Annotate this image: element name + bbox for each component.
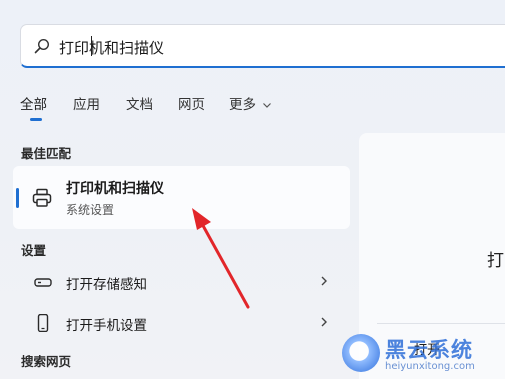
section-best-match: 最佳匹配 bbox=[21, 146, 72, 161]
text-cursor bbox=[91, 36, 92, 56]
best-match-subtitle: 系统设置 bbox=[66, 203, 115, 217]
chevron-right-icon bbox=[321, 317, 327, 327]
tab-web[interactable]: 网页 bbox=[178, 93, 205, 113]
section-settings: 设置 bbox=[21, 243, 47, 258]
best-match-title: 打印机和扫描仪 bbox=[66, 181, 164, 197]
settings-item-label: 打开手机设置 bbox=[66, 318, 147, 334]
watermark-title: 黑云系统 bbox=[385, 338, 473, 362]
watermark-logo-icon bbox=[342, 334, 380, 372]
search-box[interactable]: 打印机和扫描仪 bbox=[20, 24, 505, 68]
search-icon bbox=[34, 38, 50, 54]
watermark-url: heiyunxitong.com bbox=[385, 361, 475, 372]
tab-more-label: 更多 bbox=[229, 97, 256, 113]
tab-all[interactable]: 全部 bbox=[20, 93, 47, 113]
section-search-web: 搜索网页 bbox=[21, 354, 72, 369]
chevron-down-icon bbox=[263, 103, 272, 108]
search-input[interactable]: 打印机和扫描仪 bbox=[59, 37, 164, 58]
tab-documents[interactable]: 文档 bbox=[126, 93, 153, 113]
phone-icon bbox=[37, 314, 49, 332]
chevron-right-icon bbox=[321, 276, 327, 286]
settings-item-label: 打开存储感知 bbox=[66, 277, 147, 293]
printer-icon bbox=[32, 188, 52, 207]
selection-indicator bbox=[16, 188, 19, 208]
watermark: 黑云系统 heiyunxitong.com bbox=[339, 330, 505, 379]
divider bbox=[377, 323, 505, 324]
settings-item-phone[interactable]: 打开手机设置 bbox=[13, 304, 350, 342]
preview-title: 打 bbox=[487, 251, 504, 271]
best-match-result[interactable]: 打印机和扫描仪 系统设置 bbox=[13, 166, 350, 229]
tab-more[interactable]: 更多 bbox=[229, 93, 272, 113]
settings-item-storage-sense[interactable]: 打开存储感知 bbox=[13, 263, 350, 301]
active-tab-indicator bbox=[30, 118, 42, 121]
storage-icon bbox=[34, 278, 52, 287]
tab-apps[interactable]: 应用 bbox=[73, 93, 100, 113]
